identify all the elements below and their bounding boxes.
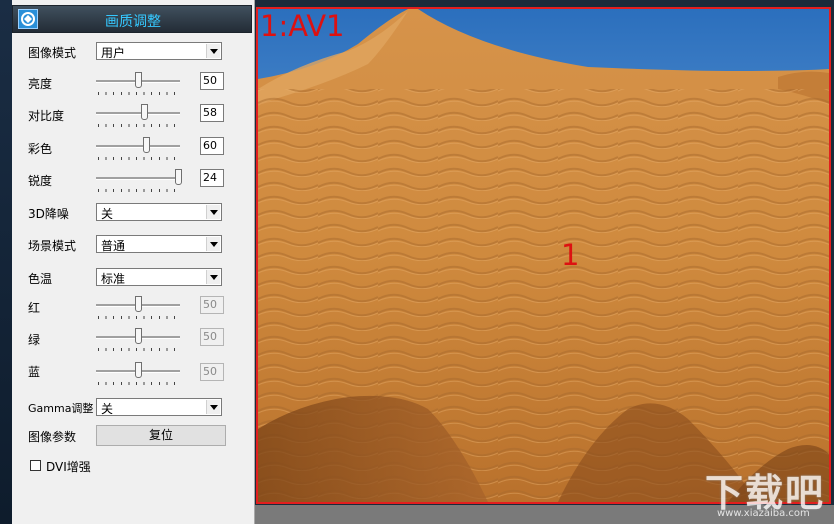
- slider-track: [96, 145, 180, 148]
- chevron-down-icon[interactable]: [206, 44, 220, 58]
- contrast-slider[interactable]: [94, 104, 182, 130]
- watermark: 下载吧 www.xiazaiba.com: [697, 462, 832, 522]
- image-mode-value: 用户: [101, 46, 126, 60]
- denoise-3d-value: 关: [101, 207, 114, 221]
- blue-label: 蓝: [28, 365, 41, 379]
- sharpness-value[interactable]: 24: [200, 169, 224, 187]
- scene-mode-value: 普通: [101, 239, 126, 253]
- contrast-label: 对比度: [28, 109, 65, 123]
- slider-ticks: [98, 316, 178, 319]
- scene-mode-select[interactable]: 普通: [96, 235, 222, 253]
- gamma-value: 关: [101, 402, 114, 416]
- green-value: 50: [200, 328, 224, 346]
- sharpness-label: 锐度: [28, 174, 53, 188]
- color-temp-select[interactable]: 标准: [96, 268, 222, 286]
- slider-thumb[interactable]: [135, 296, 142, 312]
- slider-thumb[interactable]: [175, 169, 182, 185]
- slider-ticks: [98, 382, 178, 385]
- gamma-label: Gamma调整: [28, 402, 94, 415]
- reset-button[interactable]: 复位: [96, 425, 226, 446]
- image-mode-label: 图像模式: [28, 46, 77, 60]
- channel-number: 1: [561, 238, 580, 272]
- gamma-select[interactable]: 关: [96, 398, 222, 416]
- color-temp-value: 标准: [101, 272, 126, 286]
- desert-image: [258, 9, 829, 502]
- denoise-3d-label: 3D降噪: [28, 207, 69, 221]
- blue-slider[interactable]: [94, 362, 182, 388]
- slider-thumb[interactable]: [143, 137, 150, 153]
- slider-track: [96, 177, 180, 180]
- slider-track: [96, 112, 180, 115]
- window-left-edge: [0, 0, 12, 524]
- slider-ticks: [98, 157, 178, 160]
- chevron-down-icon[interactable]: [206, 400, 220, 414]
- slider-thumb[interactable]: [135, 328, 142, 344]
- brightness-slider[interactable]: [94, 72, 182, 98]
- slider-thumb[interactable]: [135, 362, 142, 378]
- slider-ticks: [98, 348, 178, 351]
- chevron-down-icon[interactable]: [206, 237, 220, 251]
- sharpness-slider[interactable]: [94, 169, 182, 195]
- dvi-enhance-label: DVI增强: [46, 460, 91, 474]
- slider-thumb[interactable]: [135, 72, 142, 88]
- scene-mode-label: 场景模式: [28, 239, 77, 253]
- channel-label: 1:AV1: [260, 9, 345, 43]
- brightness-label: 亮度: [28, 77, 53, 91]
- image-params-label: 图像参数: [28, 430, 77, 444]
- saturation-label: 彩色: [28, 142, 53, 156]
- color-temp-label: 色温: [28, 272, 53, 286]
- panel-titlebar: 画质调整: [12, 5, 252, 33]
- green-label: 绿: [28, 333, 41, 347]
- blue-value: 50: [200, 363, 224, 381]
- saturation-slider[interactable]: [94, 137, 182, 163]
- chevron-down-icon[interactable]: [206, 205, 220, 219]
- red-value: 50: [200, 296, 224, 314]
- image-quality-panel: 画质调整 图像模式 用户 亮度 50 对比度 58 彩色 60 锐度 24 3D…: [12, 0, 255, 524]
- watermark-url: www.xiazaiba.com: [717, 508, 810, 519]
- video-preview[interactable]: 1:AV1 1: [256, 7, 831, 504]
- green-slider[interactable]: [94, 328, 182, 354]
- slider-ticks: [98, 124, 178, 127]
- slider-ticks: [98, 189, 178, 192]
- panel-title: 画质调整: [105, 14, 161, 30]
- contrast-value[interactable]: 58: [200, 104, 224, 122]
- slider-thumb[interactable]: [141, 104, 148, 120]
- denoise-3d-select[interactable]: 关: [96, 203, 222, 221]
- chevron-down-icon[interactable]: [206, 270, 220, 284]
- dvi-enhance-checkbox[interactable]: [30, 460, 41, 471]
- image-mode-select[interactable]: 用户: [96, 42, 222, 60]
- red-slider[interactable]: [94, 296, 182, 322]
- brightness-value[interactable]: 50: [200, 72, 224, 90]
- slider-ticks: [98, 92, 178, 95]
- saturation-value[interactable]: 60: [200, 137, 224, 155]
- red-label: 红: [28, 301, 41, 315]
